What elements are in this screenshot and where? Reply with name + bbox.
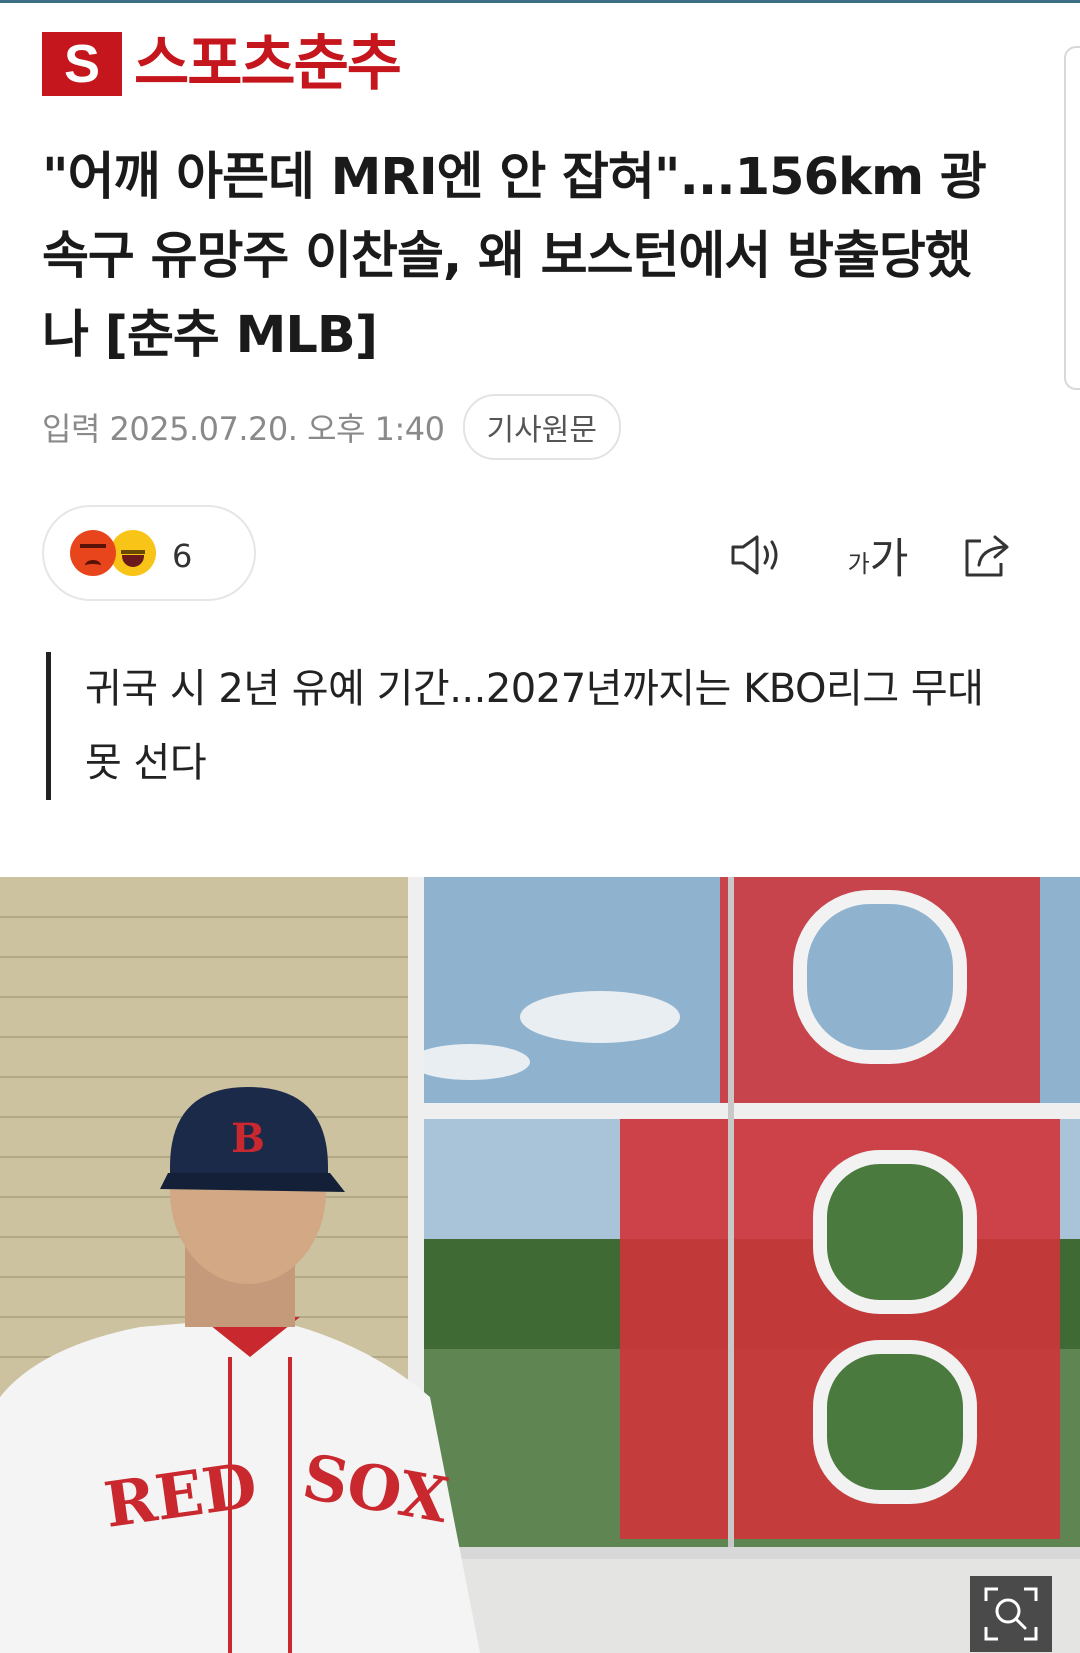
zoom-search-icon bbox=[984, 1587, 1038, 1641]
cap-logo-text: B bbox=[231, 1115, 265, 1162]
reaction-count: 6 bbox=[172, 537, 193, 575]
article-title: "어깨 아픈데 MRI엔 안 잡혀"...156km 광속구 유망주 이찬솔, … bbox=[42, 148, 987, 365]
article-photo-image: B RED SOX bbox=[0, 877, 1080, 1653]
publisher-logo[interactable]: S 스포츠춘추 bbox=[42, 29, 402, 99]
article-subtitle: 귀국 시 2년 유예 기간...2027년까지는 KBO리그 무대 못 선다 bbox=[46, 652, 1025, 800]
font-size-small-label: 가 bbox=[847, 549, 870, 578]
share-icon bbox=[965, 535, 1009, 577]
logo-text: 스포츠춘추 bbox=[134, 29, 402, 99]
article-photo[interactable]: B RED SOX bbox=[0, 877, 1080, 1653]
scroll-handle[interactable] bbox=[1064, 46, 1080, 390]
article-meta: 입력 2025.07.20. 오후 1:40 기사원문 bbox=[42, 394, 621, 460]
top-accent-line bbox=[0, 0, 1080, 3]
reaction-button[interactable]: 6 bbox=[42, 505, 256, 601]
angry-face-icon bbox=[70, 530, 116, 576]
speaker-icon bbox=[731, 535, 778, 575]
photo-zoom-button[interactable] bbox=[970, 1576, 1052, 1652]
original-article-button[interactable]: 기사원문 bbox=[462, 394, 621, 460]
font-size-big-label: 가 bbox=[869, 533, 909, 583]
published-date: 입력 2025.07.20. 오후 1:40 bbox=[42, 410, 445, 448]
logo-mark: S bbox=[42, 32, 122, 96]
laughing-face-icon bbox=[110, 530, 156, 576]
share-button[interactable] bbox=[960, 525, 1016, 585]
font-size-button[interactable]: 가 가 bbox=[838, 525, 918, 585]
speaker-button[interactable] bbox=[728, 525, 784, 585]
